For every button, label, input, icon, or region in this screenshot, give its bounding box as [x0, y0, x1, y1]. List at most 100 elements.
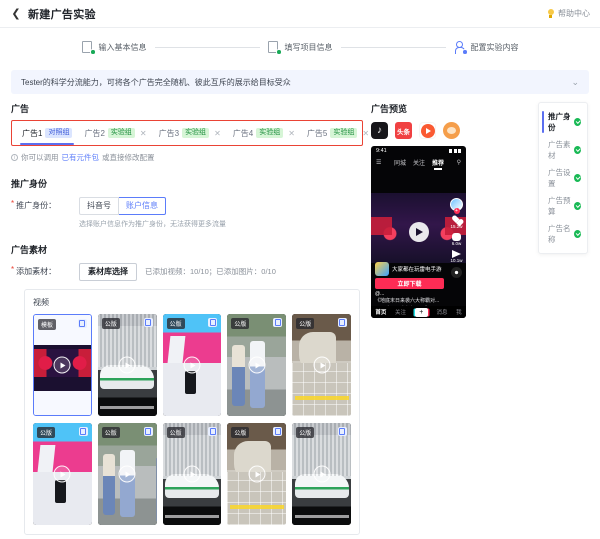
app-icon [375, 262, 389, 276]
step-label: 输入基本信息 [98, 42, 147, 52]
anchor-item-settings[interactable]: 广告设置 [543, 164, 583, 192]
material-thumb[interactable]: 公版 [97, 423, 157, 525]
preview-column: 广告预览 头条 9:41 ☰ 同城 关注 推荐 [371, 102, 588, 539]
toutiao-icon[interactable]: 头条 [395, 122, 412, 139]
ad-tabs: 广告1 对照组 广告2 实验组 ✕ 广告3 实验组 ✕ 广告4 实验组 ✕ 广告… [16, 125, 375, 145]
fanqie-icon[interactable] [443, 122, 460, 139]
phone-status-bar: 9:41 [371, 146, 466, 156]
share-action[interactable]: 10.1w [450, 250, 463, 263]
step-basic-info[interactable]: 输入基本信息 [81, 40, 147, 55]
step-label: 配置实验内容 [470, 42, 519, 52]
douyin-icon[interactable] [371, 122, 388, 139]
material-thumb[interactable]: 公版 [162, 423, 222, 525]
material-library-button[interactable]: 素材库选择 [79, 263, 137, 281]
like-action[interactable]: 15.2w [450, 215, 462, 229]
material-thumb[interactable]: 公版 [227, 314, 287, 416]
phone-bottom-following[interactable]: 关注 [395, 308, 406, 316]
step-experiment-content[interactable]: 配置实验内容 [454, 40, 519, 55]
copy-icon[interactable] [143, 427, 153, 436]
copy-icon[interactable] [208, 427, 218, 436]
copy-icon[interactable] [273, 427, 283, 436]
ad-tab-name: 广告1 [22, 128, 43, 138]
comment-action[interactable]: 6.0w [452, 233, 461, 246]
copy-icon[interactable] [337, 318, 347, 327]
ad-tab-1[interactable]: 广告1 对照组 [16, 125, 78, 145]
play-icon[interactable] [118, 356, 136, 374]
ad-tab-3[interactable]: 广告3 实验组 ✕ [153, 125, 227, 142]
anchor-item-name[interactable]: 广告名称 [543, 220, 583, 248]
top-bar: ❮ 新建广告实验 帮助中心 [0, 0, 600, 28]
copy-icon[interactable] [78, 427, 88, 436]
copy-icon[interactable] [337, 427, 347, 436]
play-icon[interactable] [313, 465, 331, 483]
material-thumb[interactable]: 模板 [33, 314, 92, 416]
phone-nav-tab-recommend[interactable]: 推荐 [432, 158, 444, 170]
phone-app-card[interactable]: 大家都在玩雷电手游 [375, 262, 442, 276]
play-icon[interactable] [313, 356, 331, 374]
step-project-info[interactable]: 填写项目信息 [267, 40, 333, 55]
phone-nav-tabs: 同城 关注 推荐 [394, 158, 444, 170]
identity-option-douyin[interactable]: 抖音号 [79, 197, 119, 215]
existing-package-link[interactable]: 已有元件包 [62, 152, 100, 163]
material-thumb[interactable]: 公版 [292, 423, 351, 525]
play-icon[interactable] [408, 222, 429, 242]
ad-tab-badge: 实验组 [256, 128, 284, 138]
material-thumb[interactable]: 公版 [33, 423, 92, 525]
ad-tab-name: 广告3 [158, 128, 180, 138]
identity-label: * 推广身份： [11, 197, 79, 211]
close-icon[interactable]: ✕ [362, 129, 369, 138]
ad-tab-5[interactable]: 广告5 实验组 ✕ [301, 125, 375, 142]
play-icon[interactable] [183, 356, 201, 374]
play-icon[interactable] [183, 465, 201, 483]
plus-icon[interactable]: + [414, 307, 428, 317]
copy-icon[interactable] [273, 318, 283, 327]
thumb-tag: 公版 [296, 318, 315, 329]
avatar[interactable] [450, 198, 463, 211]
close-icon[interactable]: ✕ [214, 129, 221, 138]
ad-tab-badge: 对照组 [45, 128, 73, 138]
search-icon[interactable]: ⚲ [457, 159, 461, 166]
phone-bottom-profile[interactable]: 我 [456, 308, 462, 316]
identity-option-account[interactable]: 账户信息 [119, 197, 166, 215]
help-center-button[interactable]: 帮助中心 [546, 8, 590, 19]
anchor-item-identity[interactable]: 推广身份 [542, 108, 583, 136]
play-icon[interactable] [53, 356, 71, 374]
anchor-label: 推广身份 [548, 112, 571, 132]
ad-tab-2[interactable]: 广告2 实验组 ✕ [78, 125, 152, 142]
material-thumb[interactable]: 公版 [162, 314, 222, 416]
play-icon[interactable] [118, 465, 136, 483]
anchor-item-material[interactable]: 广告素材 [543, 136, 583, 164]
ad-tab-badge: 实验组 [107, 128, 135, 138]
ad-tab-name: 广告2 [84, 128, 105, 138]
download-cta-button[interactable]: 立即下载 [375, 278, 444, 289]
material-thumb[interactable]: 公版 [97, 314, 157, 416]
ad-tab-4[interactable]: 广告4 实验组 ✕ [227, 125, 301, 142]
material-thumb[interactable]: 公版 [292, 314, 351, 416]
step-connector [154, 46, 260, 48]
copy-icon[interactable] [143, 318, 153, 327]
check-icon [574, 118, 581, 126]
back-icon[interactable]: ❮ [10, 8, 22, 20]
phone-nav-tab-nearby[interactable]: 同城 [394, 158, 406, 167]
material-thumb[interactable]: 公版 [227, 423, 287, 525]
phone-bottom-home[interactable]: 首页 [375, 308, 386, 316]
close-icon[interactable]: ✕ [288, 129, 295, 138]
copy-icon[interactable] [77, 319, 87, 328]
play-icon[interactable] [248, 465, 266, 483]
xigua-icon[interactable] [419, 122, 436, 139]
step-connector [340, 46, 446, 48]
phone-nav-tab-following[interactable]: 关注 [413, 158, 425, 167]
close-icon[interactable]: ✕ [140, 129, 147, 138]
play-icon[interactable] [248, 356, 266, 374]
copy-icon[interactable] [208, 318, 218, 327]
material-row: * 添加素材： 素材库选择 已添加视频：10/10；已添加图片：0/10 [11, 263, 363, 281]
anchor-item-budget[interactable]: 广告预算 [543, 192, 583, 220]
play-icon[interactable] [53, 465, 71, 483]
chevron-down-icon[interactable]: ⌄ [571, 77, 579, 88]
anchor-label: 广告设置 [548, 168, 571, 188]
live-icon[interactable]: ☰ [376, 159, 381, 166]
check-icon [574, 146, 581, 154]
hint-prefix: 你可以调用 [21, 153, 59, 162]
phone-bottom-messages[interactable]: 消息 [436, 308, 447, 316]
thumb-tag: 公版 [101, 427, 120, 438]
